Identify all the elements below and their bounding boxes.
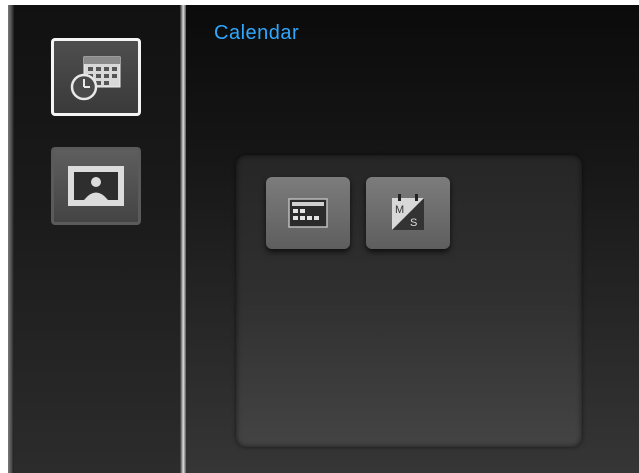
monday-sunday-start-icon: M S [392,194,424,230]
svg-text:M: M [395,204,404,216]
main-area: Calendar M S [186,5,639,473]
sidebar-item-calendar[interactable] [51,38,141,116]
month-calendar-button[interactable] [266,177,350,249]
options-panel: M S [236,155,582,447]
sidebar [14,5,180,473]
calendar-clock-icon [70,56,121,101]
week-start-button[interactable]: M S [366,177,450,249]
page-title: Calendar [214,22,300,44]
sidebar-item-photo[interactable] [51,147,141,225]
svg-text:S: S [410,217,417,229]
month-calendar-icon [288,198,328,228]
device-screen: Calendar M S [8,5,639,473]
photo-icon [68,166,124,206]
